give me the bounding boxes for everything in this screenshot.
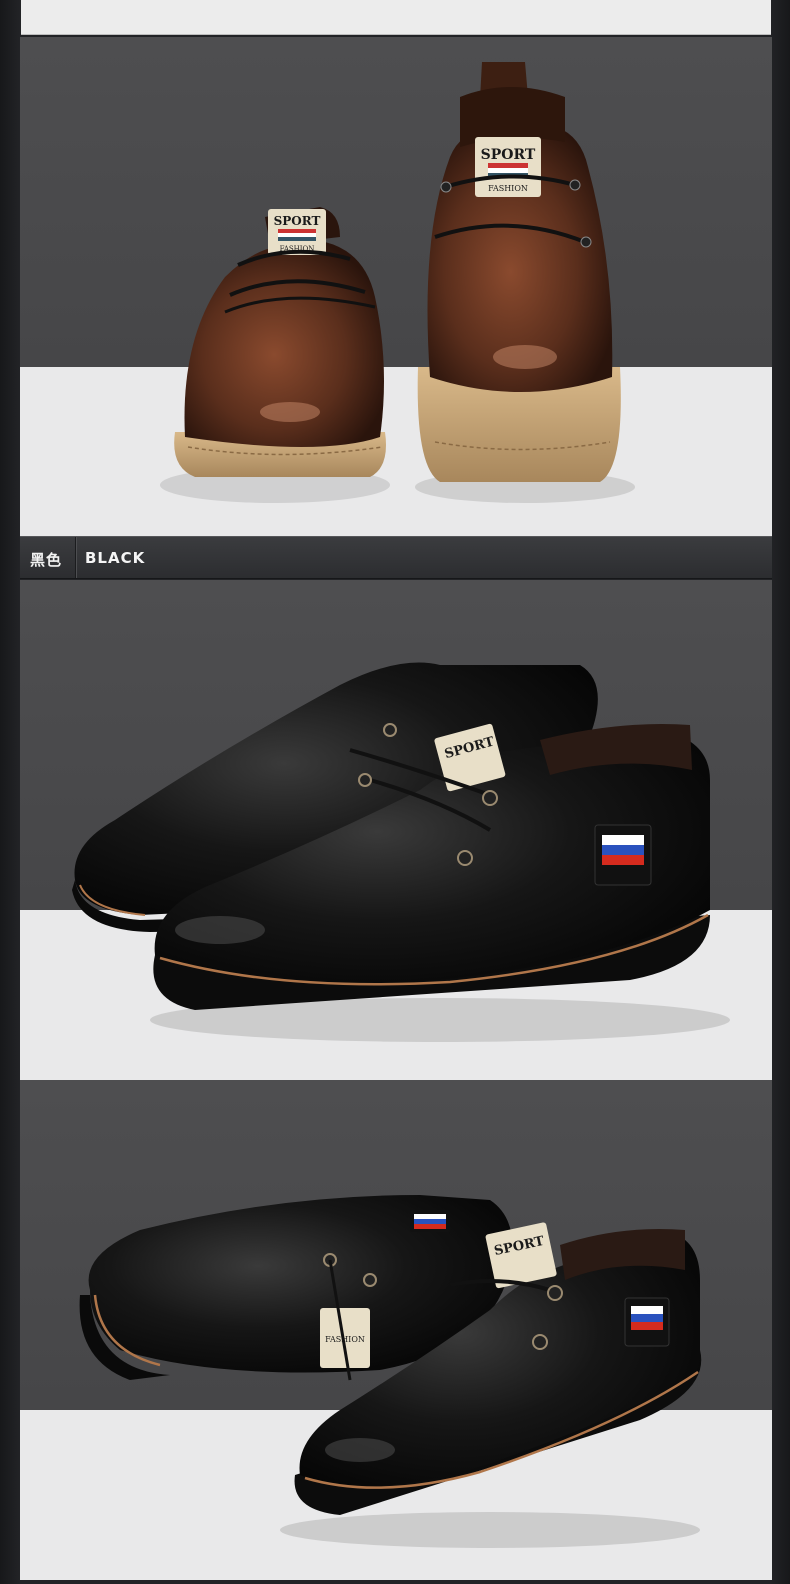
black-shoes-side-illustration: SPORT — [72, 662, 730, 1042]
product-photo-black-angle: FASHION SPORT — [20, 1080, 772, 1580]
flag-badge — [594, 824, 652, 886]
svg-text:SPORT: SPORT — [481, 147, 536, 163]
product-detail-page: SPORT FASHION SPORT FASHION 黑色 BLACK SPO… — [0, 0, 790, 1584]
black-shoes-angle-illustration: FASHION SPORT — [79, 1195, 702, 1548]
color-label-chinese: 黑色 — [30, 551, 63, 569]
color-label-english: BLACK — [85, 549, 146, 567]
brown-shoes-illustration: SPORT FASHION SPORT FASHION — [160, 62, 635, 503]
product-photo-brown: SPORT FASHION SPORT FASHION — [20, 37, 772, 537]
label-divider — [75, 537, 76, 578]
svg-text:FASHION: FASHION — [488, 184, 528, 193]
flag-badge-angle — [624, 1297, 670, 1347]
svg-text:SPORT: SPORT — [274, 214, 321, 228]
color-label-bar: 黑色 BLACK — [20, 536, 772, 579]
top-image-strip — [21, 0, 771, 34]
product-photo-black-side: SPORT — [20, 580, 772, 1080]
